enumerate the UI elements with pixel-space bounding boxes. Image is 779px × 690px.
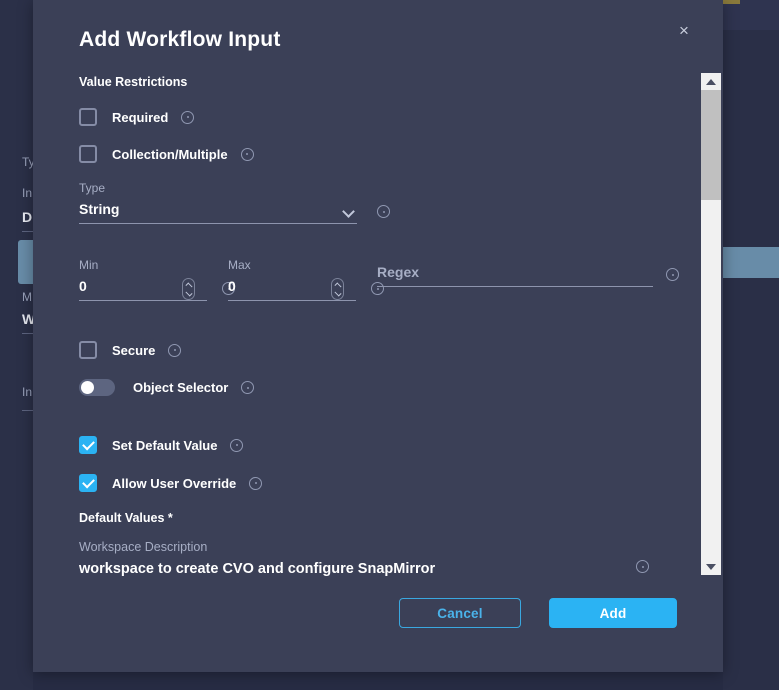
scroll-up-button[interactable] xyxy=(701,73,721,90)
scroll-down-button[interactable] xyxy=(701,558,721,575)
regex-input[interactable] xyxy=(377,264,653,287)
background-form: Ty In Di M W In xyxy=(0,0,33,690)
field-label-min: Min xyxy=(79,258,99,272)
field-label-type: Type xyxy=(79,181,106,195)
checkbox-label-required: Required xyxy=(112,109,169,125)
background-tab-marker xyxy=(722,0,740,4)
section-heading-default-values: Default Values * xyxy=(79,511,173,525)
checkbox-row-required[interactable]: Required xyxy=(79,108,195,126)
background-selected-row xyxy=(723,247,779,278)
checkbox-row-collection-multiple[interactable]: Collection/Multiple xyxy=(79,145,254,163)
close-icon[interactable]: × xyxy=(673,19,695,41)
triangle-up-icon xyxy=(706,78,716,85)
checkbox-allow-user-override[interactable] xyxy=(79,474,97,492)
checkbox-label-set-default-value: Set Default Value xyxy=(112,437,218,453)
background-field-label-0: Ty xyxy=(22,155,33,169)
default-value-label: Workspace Description xyxy=(79,540,208,554)
background-right-panel xyxy=(723,30,779,690)
checkbox-required[interactable] xyxy=(79,108,97,126)
info-icon-object-selector[interactable] xyxy=(241,381,255,394)
checkbox-label-secure: Secure xyxy=(112,342,156,358)
chevron-up-icon[interactable] xyxy=(333,281,342,290)
info-icon-secure[interactable] xyxy=(168,343,182,357)
chevron-down-icon[interactable] xyxy=(184,288,193,297)
background-field-label-3: In xyxy=(22,385,33,399)
background-field-underline-2 xyxy=(22,333,33,334)
scrollbar-thumb[interactable] xyxy=(701,90,721,200)
checkbox-set-default-value[interactable] xyxy=(79,436,97,454)
dialog-scrollbar[interactable] xyxy=(700,72,722,576)
checkbox-label-collection-multiple: Collection/Multiple xyxy=(112,146,228,162)
max-stepper[interactable] xyxy=(331,278,344,300)
checkbox-label-allow-user-override: Allow User Override xyxy=(112,475,237,491)
field-regex xyxy=(377,258,679,287)
toggle-label-object-selector: Object Selector xyxy=(133,380,229,395)
background-field-label-2: M xyxy=(22,290,32,304)
min-stepper[interactable] xyxy=(182,278,195,300)
info-icon-collection-multiple[interactable] xyxy=(240,147,254,161)
add-workflow-input-dialog: Add Workflow Input × Value Restrictions … xyxy=(33,0,723,672)
checkbox-secure[interactable] xyxy=(79,341,97,359)
field-min: Min xyxy=(79,258,235,301)
checkbox-collection-multiple[interactable] xyxy=(79,145,97,163)
info-icon-required[interactable] xyxy=(181,110,195,124)
background-field-label-1: In xyxy=(22,186,33,200)
toggle-knob xyxy=(81,381,94,394)
background-selected-chip xyxy=(18,240,33,284)
chevron-up-icon[interactable] xyxy=(184,281,193,290)
type-select[interactable] xyxy=(79,201,357,224)
field-label-max: Max xyxy=(228,258,251,272)
checkbox-row-secure[interactable]: Secure xyxy=(79,341,182,359)
dialog-body: Value Restrictions Required Collection/M… xyxy=(33,62,723,582)
background-field-underline-1 xyxy=(22,231,33,232)
cancel-button[interactable]: Cancel xyxy=(399,598,521,628)
dialog-title: Add Workflow Input xyxy=(79,28,281,51)
checkbox-row-allow-user-override[interactable]: Allow User Override xyxy=(79,474,263,492)
background-field-value-2: W xyxy=(22,311,33,327)
add-button[interactable]: Add xyxy=(549,598,677,628)
field-max: Max xyxy=(228,258,384,301)
info-icon-type[interactable] xyxy=(377,205,390,218)
checkbox-row-set-default-value[interactable]: Set Default Value xyxy=(79,436,244,454)
field-type: Type xyxy=(79,181,390,224)
info-icon-allow-user-override[interactable] xyxy=(249,476,263,490)
default-value-text[interactable]: workspace to create CVO and configure Sn… xyxy=(79,561,435,577)
dialog-footer: Cancel Add xyxy=(33,582,723,672)
triangle-down-icon xyxy=(706,563,716,570)
background-field-value-1: Di xyxy=(22,209,33,225)
toggle-row-object-selector[interactable]: Object Selector xyxy=(79,379,255,396)
info-icon-set-default-value[interactable] xyxy=(230,438,244,452)
background-field-underline-3 xyxy=(22,410,33,411)
info-icon-regex[interactable] xyxy=(666,268,679,281)
section-heading-value-restrictions: Value Restrictions xyxy=(79,75,188,89)
chevron-down-icon[interactable] xyxy=(333,288,342,297)
object-selector-toggle[interactable] xyxy=(79,379,115,396)
info-icon-default-value[interactable] xyxy=(636,560,649,573)
